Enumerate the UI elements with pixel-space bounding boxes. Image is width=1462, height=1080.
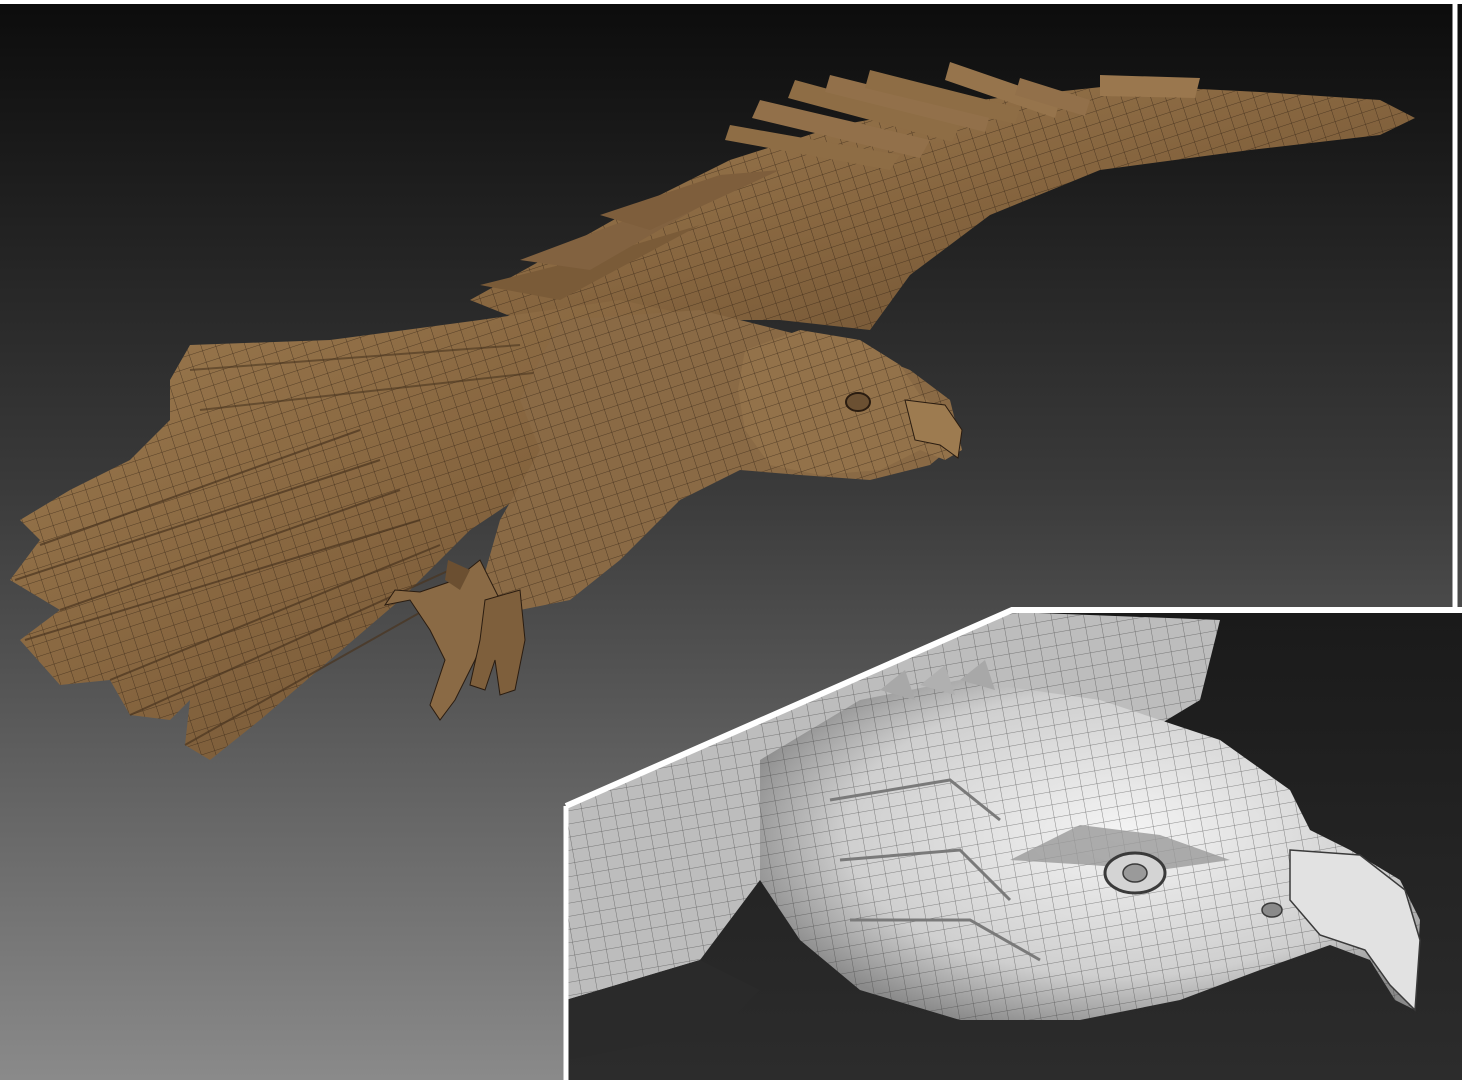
eagle-eye — [845, 392, 871, 412]
render-composite — [0, 0, 1462, 1080]
